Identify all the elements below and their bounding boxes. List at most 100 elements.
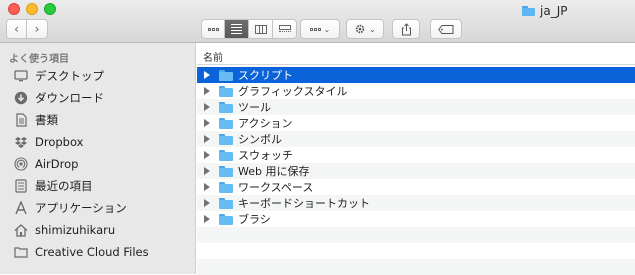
applications-icon xyxy=(14,201,28,215)
list-item[interactable]: スウォッチ xyxy=(197,147,635,163)
group-by-button[interactable]: ⌄ xyxy=(300,19,340,39)
list-item[interactable]: シンボル xyxy=(197,131,635,147)
home-icon xyxy=(14,223,28,237)
chevron-right-icon: › xyxy=(34,22,40,36)
file-name: グラフィックスタイル xyxy=(238,85,348,98)
folder-icon xyxy=(219,69,233,81)
file-name: シンボル xyxy=(238,133,282,146)
title-toolbar: ja_JP ‹ › ⌄ ⌄ xyxy=(0,0,635,43)
columns-view-icon xyxy=(254,24,267,34)
list-item[interactable]: キーボードショートカット xyxy=(197,195,635,211)
list-item[interactable]: ブラシ xyxy=(197,211,635,227)
list-view-button[interactable] xyxy=(225,19,249,39)
empty-row xyxy=(197,243,635,259)
desktop-icon xyxy=(14,69,28,83)
folder-icon xyxy=(219,197,233,209)
disclosure-triangle-icon[interactable] xyxy=(204,183,210,191)
forward-button[interactable]: › xyxy=(27,19,48,39)
name-column-header[interactable]: 名前 xyxy=(197,43,635,65)
sidebar-item-label: デスクトップ xyxy=(35,69,104,83)
tags-button[interactable] xyxy=(430,19,462,39)
disclosure-triangle-icon[interactable] xyxy=(204,103,210,111)
disclosure-triangle-icon[interactable] xyxy=(204,151,210,159)
navigation-buttons: ‹ › xyxy=(6,19,49,39)
chevron-left-icon: ‹ xyxy=(14,22,19,36)
folder-icon xyxy=(522,6,535,16)
file-name: アクション xyxy=(238,117,293,130)
share-button[interactable] xyxy=(392,19,420,39)
file-name: ツール xyxy=(238,101,271,114)
sidebar-item-creative-cloud-files[interactable]: Creative Cloud Files xyxy=(14,242,192,262)
zoom-window-button[interactable] xyxy=(44,3,56,15)
minimize-window-button[interactable] xyxy=(26,3,38,15)
recents-icon xyxy=(14,179,28,193)
chevron-down-icon: ⌄ xyxy=(323,24,331,34)
disclosure-triangle-icon[interactable] xyxy=(204,135,210,143)
folder-icon xyxy=(219,165,233,177)
folder-icon xyxy=(219,181,233,193)
disclosure-triangle-icon[interactable] xyxy=(204,71,210,79)
disclosure-triangle-icon[interactable] xyxy=(204,119,210,127)
disclosure-triangle-icon[interactable] xyxy=(204,199,210,207)
view-mode-selector xyxy=(201,19,297,39)
tag-icon xyxy=(438,24,454,34)
folder-icon xyxy=(219,101,233,113)
folder-icon xyxy=(219,213,233,225)
list-item[interactable]: アクション xyxy=(197,115,635,131)
sidebar: よく使う項目 デスクトップ ダウンロード 書類 Dropbox AirDrop … xyxy=(0,43,196,274)
list-item[interactable]: Web 用に保存 xyxy=(197,163,635,179)
download-icon xyxy=(14,91,28,105)
sidebar-heading: よく使う項目 xyxy=(9,54,69,65)
window-title-text: ja_JP xyxy=(540,4,568,18)
folder-icon xyxy=(219,133,233,145)
folder-icon xyxy=(219,149,233,161)
folder-icon xyxy=(14,245,28,259)
sidebar-item-home[interactable]: shimizuhikaru xyxy=(14,220,192,240)
action-button[interactable]: ⌄ xyxy=(346,19,384,39)
disclosure-triangle-icon[interactable] xyxy=(204,215,210,223)
list-view-icon xyxy=(231,24,242,34)
file-list: 名前 スクリプト グラフィックスタイル ツール アクション シンボル スウォッチ… xyxy=(197,43,635,275)
list-item[interactable]: ワークスペース xyxy=(197,179,635,195)
gallery-view-icon xyxy=(278,24,291,34)
file-name: Web 用に保存 xyxy=(238,165,310,178)
list-item[interactable]: ツール xyxy=(197,99,635,115)
back-button[interactable]: ‹ xyxy=(6,19,27,39)
sidebar-item-recents[interactable]: 最近の項目 xyxy=(14,176,192,196)
sidebar-item-label: 最近の項目 xyxy=(35,179,93,193)
sidebar-item-applications[interactable]: アプリケーション xyxy=(14,198,192,218)
sidebar-item-label: アプリケーション xyxy=(35,201,127,215)
file-name: ブラシ xyxy=(238,213,271,226)
sidebar-item-label: AirDrop xyxy=(35,157,79,171)
sidebar-item-dropbox[interactable]: Dropbox xyxy=(14,132,192,152)
dropbox-icon xyxy=(14,135,28,149)
sidebar-item-airdrop[interactable]: AirDrop xyxy=(14,154,192,174)
list-item[interactable]: スクリプト xyxy=(197,67,635,83)
file-name: スクリプト xyxy=(238,69,293,82)
share-icon xyxy=(401,22,411,35)
close-window-button[interactable] xyxy=(8,3,20,15)
icons-view-icon xyxy=(207,27,219,31)
window-title: ja_JP xyxy=(522,4,567,18)
folder-icon xyxy=(219,85,233,97)
list-item[interactable]: グラフィックスタイル xyxy=(197,83,635,99)
finder-window: ja_JP ‹ › ⌄ ⌄ よく使う項目 デスクトップ ダウンロード 書類 Dr… xyxy=(0,0,635,275)
chevron-down-icon: ⌄ xyxy=(369,24,376,34)
sidebar-item-label: 書類 xyxy=(35,113,58,127)
sidebar-item-label: shimizuhikaru xyxy=(35,223,116,237)
column-view-button[interactable] xyxy=(249,19,273,39)
sidebar-item-downloads[interactable]: ダウンロード xyxy=(14,88,192,108)
gear-icon xyxy=(355,24,365,34)
disclosure-triangle-icon[interactable] xyxy=(204,167,210,175)
documents-icon xyxy=(14,113,28,127)
disclosure-triangle-icon[interactable] xyxy=(204,87,210,95)
file-name: キーボードショートカット xyxy=(238,197,370,210)
sidebar-item-desktop[interactable]: デスクトップ xyxy=(14,66,192,86)
file-name: ワークスペース xyxy=(238,181,314,194)
icon-view-button[interactable] xyxy=(201,19,225,39)
gallery-view-button[interactable] xyxy=(273,19,297,39)
sidebar-item-documents[interactable]: 書類 xyxy=(14,110,192,130)
group-by-icon xyxy=(309,27,321,31)
empty-row xyxy=(197,259,635,275)
sidebar-item-label: Dropbox xyxy=(35,135,84,149)
